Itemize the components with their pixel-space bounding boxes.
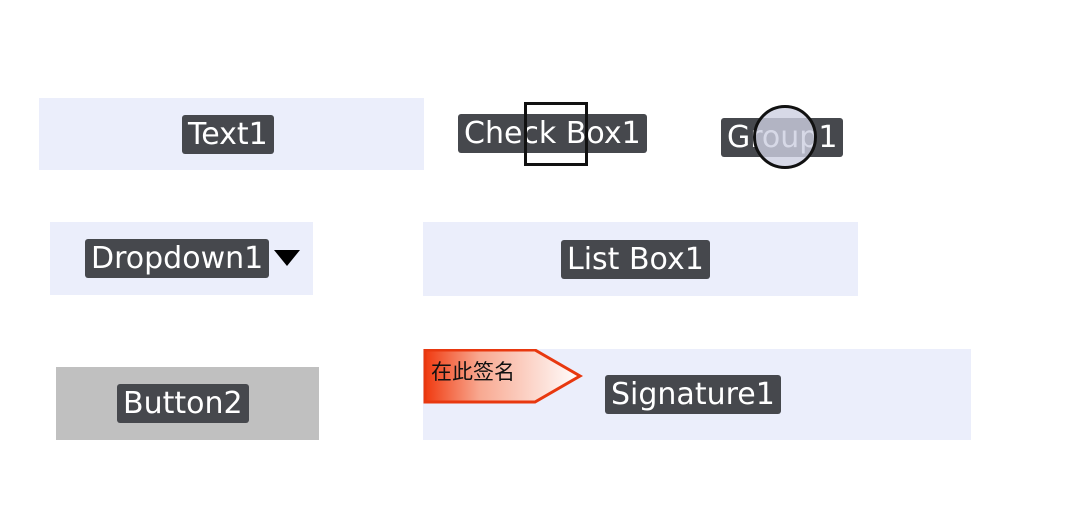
- sign-here-label: 在此签名: [431, 360, 515, 384]
- text-field-label: Text1: [182, 115, 274, 154]
- dropdown-label: Dropdown1: [85, 239, 270, 278]
- dropdown-arrow-icon[interactable]: [274, 250, 300, 266]
- form-canvas: Text1 Check Box1 Group1 Dropdown1 List B…: [0, 0, 1072, 515]
- radio-button[interactable]: [753, 105, 817, 169]
- button-label: Button2: [117, 384, 249, 423]
- checkbox[interactable]: [524, 102, 588, 166]
- sign-here-flag[interactable]: 在此签名: [423, 348, 583, 404]
- list-box-label: List Box1: [561, 240, 710, 279]
- signature-label: Signature1: [605, 375, 781, 414]
